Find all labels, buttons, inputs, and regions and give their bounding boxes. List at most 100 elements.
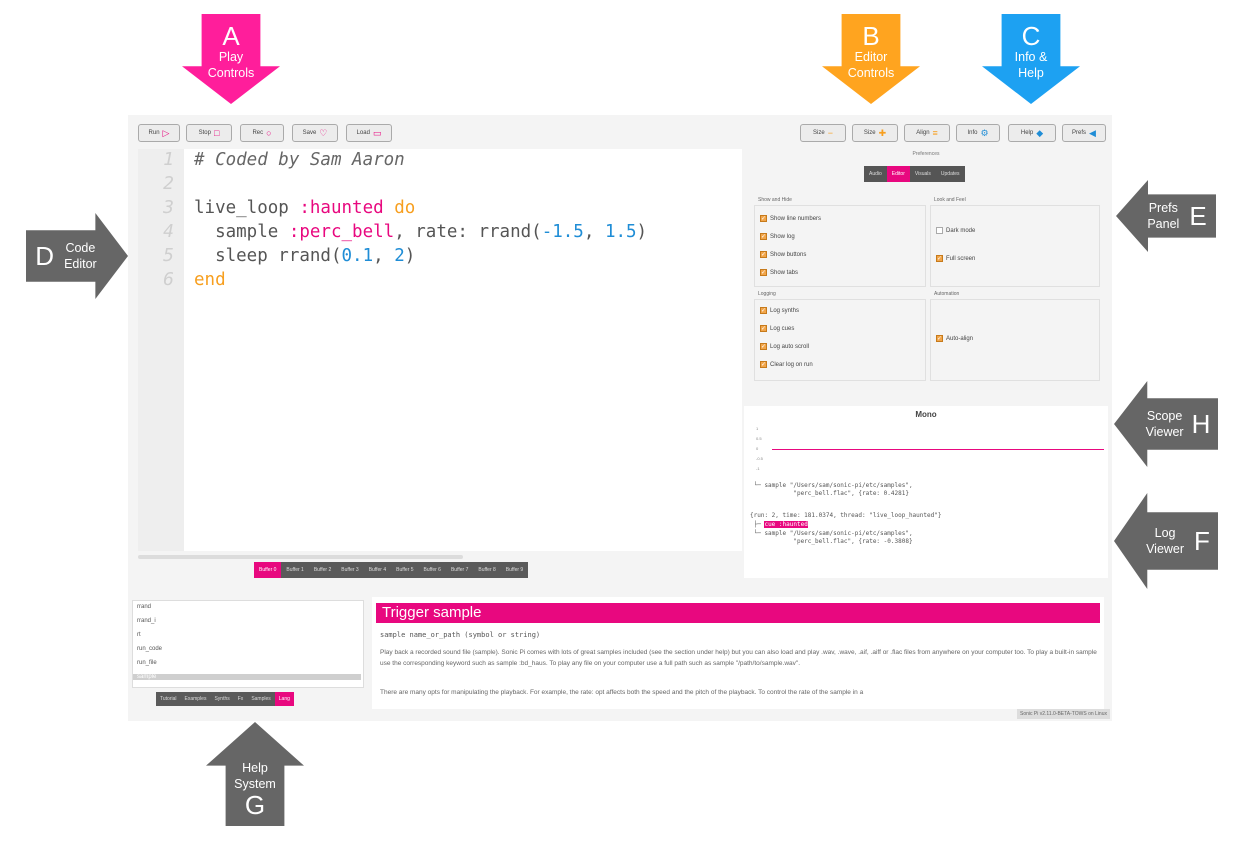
size-down-button[interactable]: Size − xyxy=(800,124,846,142)
info-label: Info xyxy=(967,130,978,136)
annotation-letter: A xyxy=(222,20,240,51)
help-index-list[interactable]: rrand rrand_i rt run_code run_file sampl… xyxy=(132,600,364,688)
size-down-label: Size xyxy=(813,130,825,136)
info-icon: ⚙ xyxy=(980,127,989,138)
show-line-numbers-checkbox[interactable]: ✓ Show line numbers xyxy=(760,215,821,222)
checkbox-label: Log auto scroll xyxy=(770,343,810,350)
log-line: ├─ cue :haunted xyxy=(750,521,808,529)
buffer-tab[interactable]: Buffer 7 xyxy=(446,562,473,578)
log-line: └─ sample "/Users/sam/sonic-pi/etc/sampl… xyxy=(750,482,913,489)
annotation-b-editor-controls: B Editor Controls xyxy=(822,14,920,104)
annotation-letter: H xyxy=(1191,409,1211,439)
checkbox-label: Show buttons xyxy=(770,251,807,258)
code-editor[interactable]: 1 2 3 4 5 6 # Coded by Sam Aaron live_lo… xyxy=(138,149,742,551)
buffer-tab[interactable]: Buffer 2 xyxy=(309,562,336,578)
info-button[interactable]: Info ⚙ xyxy=(956,124,1000,142)
stop-button[interactable]: Stop □ xyxy=(186,124,232,142)
code-line-5: sleep rrand(0.1, 2) xyxy=(194,245,415,267)
log-cues-checkbox[interactable]: ✓ Log cues xyxy=(760,325,794,332)
help-tab-examples[interactable]: Examples xyxy=(181,692,211,706)
stop-icon: □ xyxy=(213,127,220,138)
align-button[interactable]: Align ≡ xyxy=(904,124,950,142)
help-tab-tutorial[interactable]: Tutorial xyxy=(156,692,181,706)
prefs-button[interactable]: Prefs ◀ xyxy=(1062,124,1106,142)
prefs-tab-audio[interactable]: Audio xyxy=(864,166,887,182)
heart-icon: ♡ xyxy=(319,127,328,138)
code-token: -1.5 xyxy=(541,222,584,242)
annotation-f-log-viewer: Log Viewer F xyxy=(1114,493,1218,589)
help-index-item[interactable]: rt xyxy=(137,632,141,638)
line-number: 2 xyxy=(163,173,174,194)
show-log-checkbox[interactable]: ✓ Show log xyxy=(760,233,795,240)
help-index-item[interactable]: rrand xyxy=(137,604,151,610)
checkbox-checked-icon: ✓ xyxy=(936,255,943,262)
show-buttons-checkbox[interactable]: ✓ Show buttons xyxy=(760,251,806,258)
help-button[interactable]: Help ◆ xyxy=(1008,124,1056,142)
load-button[interactable]: Load ▭ xyxy=(346,124,392,142)
checkbox-unchecked-icon xyxy=(936,227,943,234)
buffer-tab[interactable]: Buffer 5 xyxy=(391,562,418,578)
buffer-tab[interactable]: Buffer 0 xyxy=(254,562,282,578)
buffer-tab[interactable]: Buffer 9 xyxy=(501,562,528,578)
code-token: sample xyxy=(194,222,289,242)
annotation-d-code-editor: D Code Editor xyxy=(26,213,128,299)
folder-icon: ▭ xyxy=(372,127,382,138)
code-token: 0.1 xyxy=(341,246,374,266)
log-synths-checkbox[interactable]: ✓ Log synths xyxy=(760,307,799,314)
log-line: "perc_bell.flac", {rate: -0.3808} xyxy=(750,538,913,545)
checkbox-label: Clear log on run xyxy=(770,361,813,368)
help-index-item[interactable]: run_file xyxy=(137,660,157,666)
help-tab-synths[interactable]: Synths xyxy=(210,692,233,706)
log-viewer[interactable]: └─ sample "/Users/sam/sonic-pi/etc/sampl… xyxy=(744,478,1108,578)
save-button[interactable]: Save ♡ xyxy=(292,124,338,142)
annotation-caption: Play Controls xyxy=(207,49,255,80)
log-auto-scroll-checkbox[interactable]: ✓ Log auto scroll xyxy=(760,343,809,350)
code-line-1: # Coded by Sam Aaron xyxy=(194,150,405,170)
log-cue-highlight: cue :haunted xyxy=(764,521,808,528)
align-icon: ≡ xyxy=(932,127,938,138)
help-tab-fx[interactable]: Fx xyxy=(234,692,248,706)
buffer-tab[interactable]: Buffer 8 xyxy=(473,562,500,578)
buffer-tab[interactable]: Buffer 4 xyxy=(364,562,391,578)
buffer-tab[interactable]: Buffer 3 xyxy=(336,562,363,578)
sonic-pi-window: Run ▷ Stop □ Rec ○ Save ♡ Load ▭ Size − Size ✚ … xyxy=(128,115,1112,721)
annotation-caption: Log Viewer xyxy=(1146,525,1185,556)
auto-align-checkbox[interactable]: ✓ Auto-align xyxy=(936,335,973,342)
scope-tick: -1 xyxy=(756,466,760,471)
annotation-letter: G xyxy=(244,790,266,821)
buffer-tab[interactable]: Buffer 6 xyxy=(419,562,446,578)
prefs-tab-visuals[interactable]: Visuals xyxy=(910,166,936,182)
clear-log-checkbox[interactable]: ✓ Clear log on run xyxy=(760,361,813,368)
log-line: └─ sample "/Users/sam/sonic-pi/etc/sampl… xyxy=(750,530,913,537)
size-up-button[interactable]: Size ✚ xyxy=(852,124,898,142)
checkbox-checked-icon: ✓ xyxy=(760,233,767,240)
code-token: sleep rrand( xyxy=(194,246,342,266)
plus-icon: ✚ xyxy=(878,127,887,138)
checkbox-label: Show log xyxy=(770,233,795,240)
full-screen-checkbox[interactable]: ✓ Full screen xyxy=(936,255,975,262)
run-button[interactable]: Run ▷ xyxy=(138,124,180,142)
line-number: 6 xyxy=(163,269,174,290)
group-title-logging: Logging xyxy=(758,291,776,297)
help-label: Help xyxy=(1020,130,1034,136)
help-index-item-selected[interactable]: sample xyxy=(133,674,361,680)
buffer-tab[interactable]: Buffer 1 xyxy=(281,562,308,578)
help-tab-samples[interactable]: Samples xyxy=(247,692,274,706)
scope-tick: 0 xyxy=(756,446,759,451)
editor-scrollbar[interactable] xyxy=(138,555,463,559)
prefs-tab-updates[interactable]: Updates xyxy=(936,166,965,182)
scope-title: Mono xyxy=(915,410,937,419)
annotation-h-scope-viewer: Scope Viewer H xyxy=(1114,381,1218,467)
line-number: 5 xyxy=(163,245,174,266)
help-tab-lang[interactable]: Lang xyxy=(274,692,294,706)
checkbox-checked-icon: ✓ xyxy=(760,215,767,222)
annotation-caption: Editor Controls xyxy=(847,49,895,80)
show-tabs-checkbox[interactable]: ✓ Show tabs xyxy=(760,269,798,276)
code-token: 2 xyxy=(394,246,405,266)
help-index-item[interactable]: run_code xyxy=(137,646,162,652)
prefs-tab-editor[interactable]: Editor xyxy=(886,166,910,182)
help-index-item[interactable]: rrand_i xyxy=(137,618,156,624)
speaker-icon: ◀ xyxy=(1089,127,1096,138)
rec-button[interactable]: Rec ○ xyxy=(240,124,284,142)
dark-mode-checkbox[interactable]: Dark mode xyxy=(936,227,975,234)
